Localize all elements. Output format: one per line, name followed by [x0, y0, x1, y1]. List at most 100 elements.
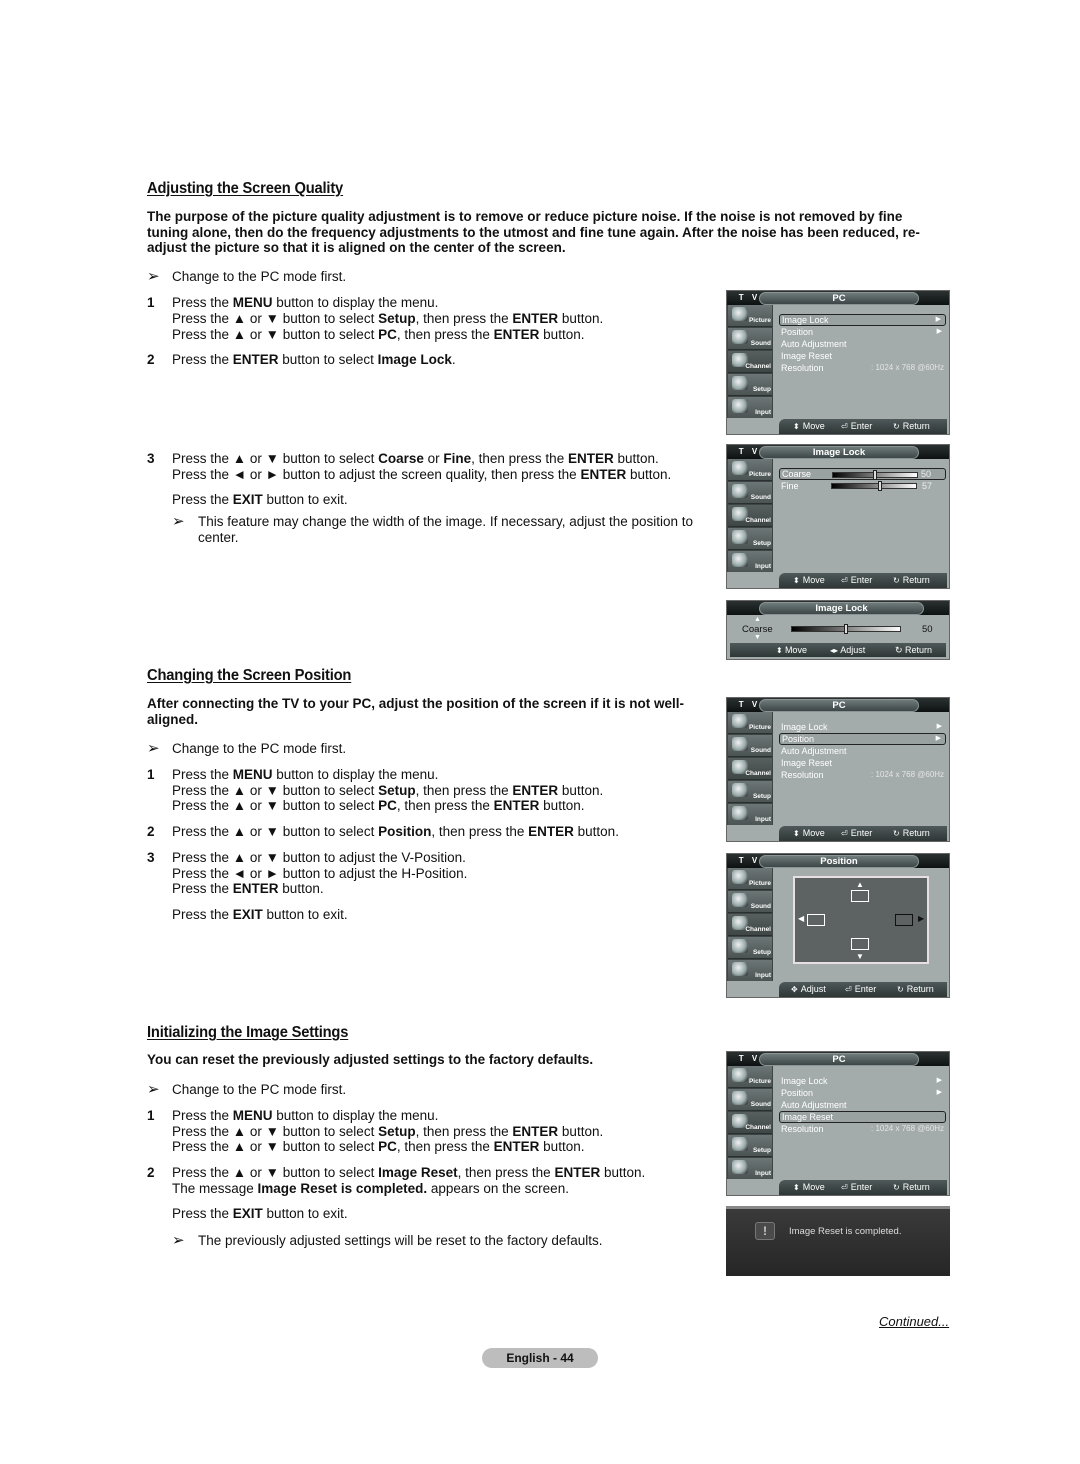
sidebar-item-channel[interactable]: Channel [728, 505, 772, 527]
sidebar-item-picture[interactable]: Picture [728, 868, 772, 890]
intro-quality: The purpose of the picture quality adjus… [147, 209, 920, 255]
screen-left-icon [807, 914, 825, 926]
osd-title: PC [759, 699, 919, 712]
osd-image-lock-mini: Image Lock ▲ Coarse ▼ 50 ⬍ Move ◂▸ Adjus… [726, 600, 950, 660]
sidebar-item-label: Sound [750, 903, 771, 910]
osd-menu: Image Lock ▶ Position ▶ Auto Adjustment Image… [773, 305, 949, 418]
osd-title: Image Lock [759, 602, 924, 615]
hint-return: ↻ Return [893, 421, 930, 431]
sidebar-item-picture[interactable]: Picture [728, 712, 772, 734]
screen-right-icon [895, 914, 913, 926]
osd-pc-menu-position: T V PC Picture Sound Channel Setup Input Image … [726, 697, 950, 842]
sidebar-item-input[interactable]: Input [728, 960, 772, 982]
menu-item-label: Auto Adjustment [781, 339, 847, 349]
coarse-value: 50 [922, 624, 933, 635]
sidebar-item-label: Input [755, 816, 771, 823]
menu-item-image-lock[interactable]: Image Lock ▶ [779, 1075, 946, 1087]
up-arrow-icon[interactable]: ▲ [856, 880, 864, 889]
sidebar-item-sound[interactable]: Sound [728, 328, 772, 350]
menu-item-label: Image Reset [781, 758, 833, 768]
sidebar-item-picture[interactable]: Picture [728, 459, 772, 481]
resolution-value: : 1024 x 768 @60Hz [871, 1124, 945, 1133]
sidebar-item-input[interactable]: Input [728, 1158, 772, 1180]
slider-knob[interactable] [844, 624, 848, 634]
menu-item-resolution[interactable]: Resolution: 1024 x 768 @60Hz [779, 1123, 946, 1135]
sidebar-item-label: Sound [750, 340, 771, 347]
sidebar-item-channel[interactable]: Channel [728, 1112, 772, 1134]
menu-item-position[interactable]: Position ▶ [779, 326, 946, 338]
menu-item-resolution[interactable]: Resolution: 1024 x 768 @60Hz [779, 769, 946, 781]
menu-item-auto-adjustment[interactable]: Auto Adjustment [779, 745, 946, 757]
menu-item-image-reset[interactable]: Image Reset [779, 1111, 946, 1123]
sidebar-item-input[interactable]: Input [728, 804, 772, 826]
menu-item-coarse[interactable]: Coarse 50 [779, 468, 946, 480]
resolution-value: : 1024 x 768 @60Hz [871, 770, 945, 779]
sidebar-item-sound[interactable]: Sound [728, 482, 772, 504]
menu-item-image-lock[interactable]: Image Lock ▶ [779, 721, 946, 733]
hint-enter: ⏎ Enter [841, 421, 873, 431]
coarse-slider[interactable] [832, 470, 918, 480]
menu-item-resolution[interactable]: Resolution: 1024 x 768 @60Hz [779, 362, 946, 374]
hint-enter: ⏎ Enter [841, 1182, 873, 1192]
sidebar-item-setup[interactable]: Setup [728, 937, 772, 959]
note-pc-mode: Change to the PC mode first. [172, 741, 347, 756]
slider-knob[interactable] [873, 470, 877, 480]
setup-icon [732, 376, 748, 390]
setup-icon [732, 939, 748, 953]
fine-slider[interactable] [831, 481, 917, 491]
left-arrow-icon[interactable]: ◀ [798, 914, 804, 923]
sidebar-item-label: Input [755, 972, 771, 979]
sidebar-item-input[interactable]: Input [728, 551, 772, 573]
osd-sidebar: Picture Sound Channel Setup Input [727, 459, 773, 574]
osd-hint-bar: ⬍ Move ⏎ Enter ↻ Return [779, 573, 947, 588]
menu-item-position[interactable]: Position ▶ [779, 733, 946, 745]
osd-title: PC [759, 292, 919, 305]
sidebar-item-sound[interactable]: Sound [728, 891, 772, 913]
slider-knob[interactable] [877, 481, 882, 491]
menu-item-fine[interactable]: Fine 57 [779, 480, 946, 492]
picture-icon [732, 307, 748, 321]
sidebar-item-channel[interactable]: Channel [728, 351, 772, 373]
sidebar-item-setup[interactable]: Setup [728, 781, 772, 803]
menu-item-label: Position [781, 1088, 814, 1098]
down-arrow-icon[interactable]: ▼ [856, 952, 864, 961]
step-line: Press the MENU button to display the men… [172, 295, 439, 310]
sidebar-item-input[interactable]: Input [728, 397, 772, 419]
sidebar-item-sound[interactable]: Sound [728, 1089, 772, 1111]
sidebar-item-channel[interactable]: Channel [728, 914, 772, 936]
sidebar-item-setup[interactable]: Setup [728, 1135, 772, 1157]
hint-enter: ⏎ Enter [845, 984, 877, 994]
sidebar-item-picture[interactable]: Picture [728, 1066, 772, 1088]
sound-icon [732, 1091, 748, 1105]
step-line: Press the ▲ or ▼ button to select Setup,… [172, 311, 604, 326]
sidebar-item-label: Setup [752, 949, 771, 956]
sidebar-item-label: Sound [750, 494, 771, 501]
right-arrow-icon[interactable]: ▶ [918, 914, 924, 923]
sidebar-item-setup[interactable]: Setup [728, 374, 772, 396]
menu-item-auto-adjustment[interactable]: Auto Adjustment [779, 338, 946, 350]
sidebar-item-sound[interactable]: Sound [728, 735, 772, 757]
input-icon [732, 1160, 748, 1174]
note-reset: The previously adjusted settings will be… [198, 1233, 603, 1248]
step-line: Press the ENTER button to select Image L… [172, 352, 456, 367]
menu-item-auto-adjustment[interactable]: Auto Adjustment [779, 1099, 946, 1111]
osd-menu: Image Lock ▶ Position ▶ Auto Adjustment Image… [773, 1066, 949, 1179]
section-title-position: Changing the Screen Position [147, 667, 352, 684]
sidebar-item-label: Picture [748, 317, 771, 324]
coarse-slider[interactable] [791, 624, 901, 634]
sidebar-item-setup[interactable]: Setup [728, 528, 772, 550]
sidebar-item-label: Input [755, 1170, 771, 1177]
sidebar-item-label: Setup [752, 793, 771, 800]
input-icon [732, 806, 748, 820]
menu-item-image-reset[interactable]: Image Reset [779, 757, 946, 769]
step-line: Press the ▲ or ▼ button to adjust the V-… [172, 850, 466, 865]
sidebar-item-label: Channel [745, 517, 771, 524]
continued-label: Continued... [879, 1314, 950, 1329]
menu-item-image-lock[interactable]: Image Lock ▶ [779, 314, 946, 326]
sound-icon [732, 893, 748, 907]
menu-item-image-reset[interactable]: Image Reset [779, 350, 946, 362]
sidebar-item-channel[interactable]: Channel [728, 758, 772, 780]
menu-item-position[interactable]: Position ▶ [779, 1087, 946, 1099]
sidebar-item-picture[interactable]: Picture [728, 305, 772, 327]
sidebar-item-label: Channel [745, 926, 771, 933]
